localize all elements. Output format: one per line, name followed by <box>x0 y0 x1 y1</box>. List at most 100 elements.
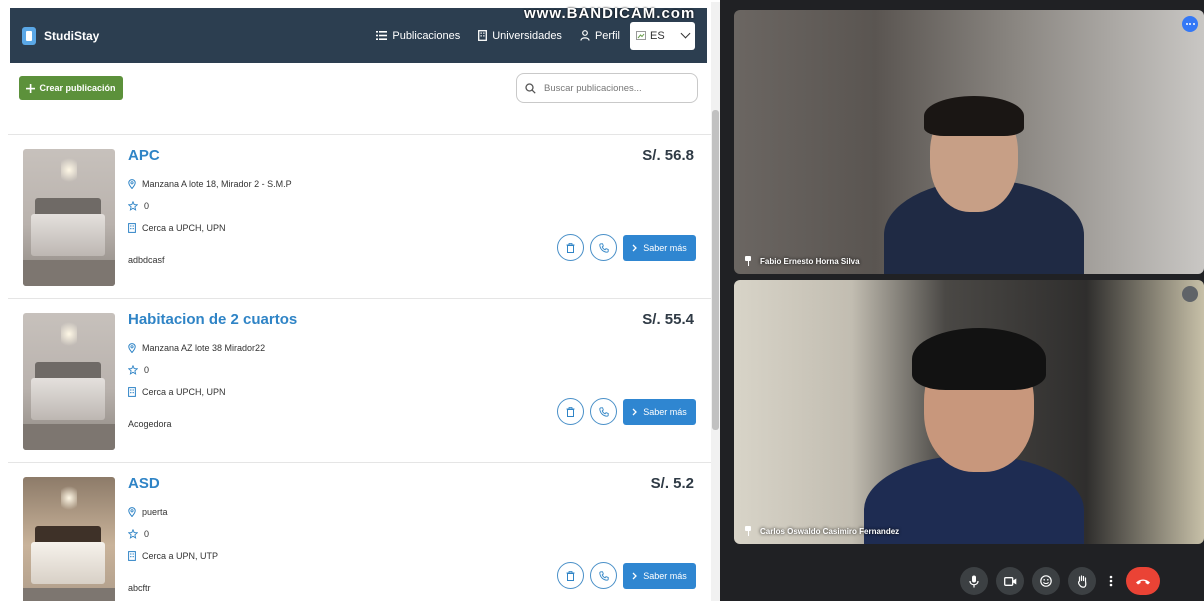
listing-rating-text: 0 <box>144 201 150 211</box>
end-call-button[interactable] <box>1126 567 1160 595</box>
raise-hand-button[interactable] <box>1068 567 1096 595</box>
listing-actions: Saber más <box>557 234 696 261</box>
star-icon <box>128 529 138 539</box>
pin-icon[interactable] <box>744 256 752 266</box>
listing-near-text: Cerca a UPN, UTP <box>142 551 219 561</box>
hand-icon <box>1077 574 1086 588</box>
listing-photo[interactable] <box>23 313 115 450</box>
building-icon <box>478 30 488 41</box>
emoji-button[interactable] <box>1032 567 1060 595</box>
listing-near-text: Cerca a UPCH, UPN <box>142 387 226 397</box>
listing-actions: Saber más <box>557 398 696 425</box>
learn-more-label: Saber más <box>643 570 687 581</box>
star-icon <box>128 365 138 375</box>
listing-near-text: Cerca a UPCH, UPN <box>142 223 226 233</box>
call-button[interactable] <box>590 562 617 589</box>
delete-button[interactable] <box>557 234 584 261</box>
nav-publicaciones-label: Publicaciones <box>392 29 461 42</box>
pin-icon[interactable] <box>744 526 752 536</box>
call-button[interactable] <box>590 234 617 261</box>
learn-more-button[interactable]: Saber más <box>623 562 696 589</box>
listing-near: Cerca a UPN, UTP <box>128 551 218 561</box>
learn-more-button[interactable]: Saber más <box>623 234 696 261</box>
studistay-app: StudiStay Publicaciones Universidades Pe… <box>8 0 720 601</box>
page-scrollbar[interactable] <box>711 2 720 601</box>
listing-price: S/. 5.2 <box>650 475 694 492</box>
listing-rating: 0 <box>128 201 149 211</box>
participant-tile[interactable]: Carlos Oswaldo Casimiro Fernandez <box>734 280 1204 544</box>
location-pin-icon <box>128 179 136 189</box>
listing-card: Habitacion de 2 cuartos S/. 55.4 Manzana… <box>8 298 712 462</box>
brand-name: StudiStay <box>44 28 100 43</box>
chevron-down-icon <box>680 28 691 39</box>
plus-icon <box>26 83 36 93</box>
listing-rating-text: 0 <box>144 529 150 539</box>
brand[interactable]: StudiStay <box>22 26 100 45</box>
scrollbar-thumb[interactable] <box>712 110 719 430</box>
nav-links: Publicaciones Universidades Perfil ES <box>376 21 695 50</box>
participant-tile[interactable]: Fabio Ernesto Horna Silva <box>734 10 1204 274</box>
nav-universidades[interactable]: Universidades <box>478 30 562 42</box>
phone-icon <box>598 406 609 417</box>
star-icon <box>128 201 138 211</box>
search-placeholder: Buscar publicaciones... <box>544 82 642 94</box>
user-icon <box>580 30 590 41</box>
mic-off-icon <box>1182 286 1198 302</box>
listing-address: Manzana A lote 18, Mirador 2 - S.M.P <box>128 179 292 189</box>
listing-title[interactable]: Habitacion de 2 cuartos <box>128 311 297 328</box>
nav-publicaciones[interactable]: Publicaciones <box>376 30 460 42</box>
hang-up-icon <box>1136 579 1150 584</box>
listing-rating-text: 0 <box>144 365 150 375</box>
listing-card: ASD S/. 5.2 puerta 0 Cerca a UPN, UTP ab… <box>8 462 712 601</box>
listing-description: Acogedora <box>128 419 172 429</box>
chevron-right-icon <box>632 572 638 579</box>
nav-perfil[interactable]: Perfil <box>580 30 620 42</box>
listing-rating: 0 <box>128 365 149 375</box>
microphone-icon <box>969 575 979 587</box>
camera-icon <box>1003 576 1016 586</box>
delete-button[interactable] <box>557 398 584 425</box>
search-input[interactable]: Buscar publicaciones... <box>516 73 698 103</box>
listing-description: adbdcasf <box>128 255 165 265</box>
delete-button[interactable] <box>557 562 584 589</box>
building-logo-icon <box>22 26 36 45</box>
video-call-panel: Fabio Ernesto Horna Silva Carlos Oswaldo… <box>720 0 1204 601</box>
listing-card: APC S/. 56.8 Manzana A lote 18, Mirador … <box>8 134 712 298</box>
chevron-right-icon <box>632 408 638 415</box>
listing-near: Cerca a UPCH, UPN <box>128 223 226 233</box>
listing-address-text: Manzana AZ lote 38 Mirador22 <box>142 343 266 353</box>
learn-more-label: Saber más <box>643 406 687 417</box>
participant-name-text: Fabio Ernesto Horna Silva <box>760 256 860 266</box>
building-icon <box>128 387 136 397</box>
list-icon <box>376 31 388 40</box>
listing-photo[interactable] <box>23 477 115 601</box>
building-icon <box>128 223 136 233</box>
listing-address-text: Manzana A lote 18, Mirador 2 - S.M.P <box>142 179 292 189</box>
language-select[interactable]: ES <box>630 21 695 50</box>
more-options-button[interactable] <box>1182 16 1198 32</box>
listing-photo[interactable] <box>23 149 115 286</box>
microphone-button[interactable] <box>960 567 988 595</box>
listing-title[interactable]: APC <box>128 147 160 164</box>
kebab-menu-icon <box>1109 575 1113 587</box>
nav-universidades-label: Universidades <box>492 29 562 42</box>
learn-more-button[interactable]: Saber más <box>623 398 696 425</box>
location-pin-icon <box>128 507 136 517</box>
call-button[interactable] <box>590 398 617 425</box>
search-icon <box>525 82 536 94</box>
chevron-right-icon <box>632 244 638 251</box>
background-window-edge <box>0 0 8 601</box>
listing-near: Cerca a UPCH, UPN <box>128 387 226 397</box>
language-value: ES <box>650 29 665 42</box>
listing-description: abcftr <box>128 583 151 593</box>
participant-name-text: Carlos Oswaldo Casimiro Fernandez <box>760 526 900 536</box>
create-publication-button[interactable]: Crear publicación <box>19 76 123 100</box>
call-controls <box>960 567 1160 595</box>
create-publication-label: Crear publicación <box>39 83 116 93</box>
listing-price: S/. 56.8 <box>642 147 694 164</box>
camera-button[interactable] <box>996 567 1024 595</box>
participant-name: Carlos Oswaldo Casimiro Fernandez <box>744 526 899 536</box>
listing-title[interactable]: ASD <box>128 475 160 492</box>
more-actions-button[interactable] <box>1104 567 1118 595</box>
listing-address: Manzana AZ lote 38 Mirador22 <box>128 343 265 353</box>
